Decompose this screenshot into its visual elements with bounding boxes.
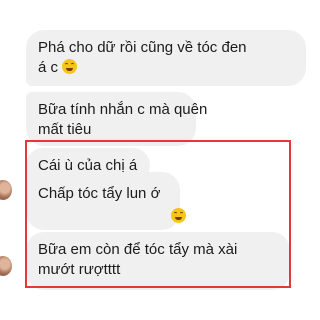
message-bubble-5[interactable]: Bữa em còn để tóc tẩy mà xài mướt rượttt… (26, 232, 290, 290)
grinning-sweat-emoji-icon (62, 59, 78, 74)
message-2-line-1: Bữa tính nhắn c mà quên (38, 101, 208, 118)
message-bubble-2[interactable]: Bữa tính nhắn c mà quên mất tiêu (26, 92, 208, 146)
message-bubble-4[interactable]: Chấp tóc tẩy lun ớ (26, 172, 186, 230)
message-4-line-1: Chấp tóc tẩy lun ớ (38, 185, 161, 202)
message-5-line-1: Bữa em còn để tóc tẩy mà xài (38, 241, 238, 258)
message-5-line-2: mướt rượtttt (38, 261, 121, 278)
chat-thread: Phá cho dữ rồi cũng về tóc đen á c Bữa t… (0, 0, 320, 320)
message-2-line-2: mất tiêu (38, 121, 92, 138)
message-1-line-2: á c (38, 58, 294, 78)
message-1-line-1: Phá cho dữ rồi cũng về tóc đen (38, 39, 247, 56)
contact-avatar[interactable] (0, 256, 12, 276)
message-bubble-1[interactable]: Phá cho dữ rồi cũng về tóc đen á c (26, 30, 306, 86)
grinning-sweat-emoji-icon (171, 208, 186, 223)
contact-avatar[interactable] (0, 180, 12, 200)
